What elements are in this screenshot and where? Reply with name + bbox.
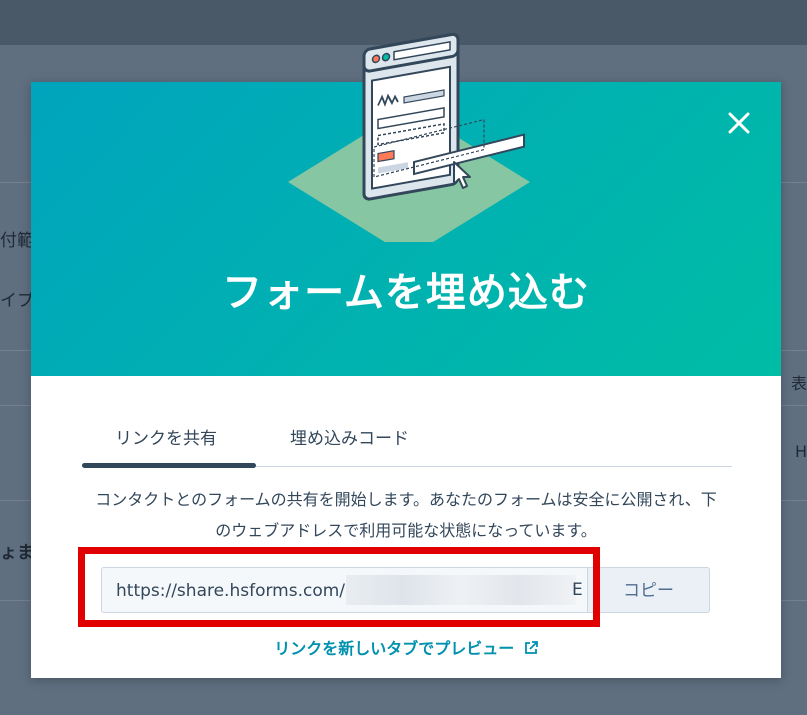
modal-tabs: リンクを共有 埋め込みコード xyxy=(82,414,732,468)
copy-button[interactable]: コピー xyxy=(588,567,710,613)
background-label: ょま xyxy=(0,543,34,563)
preview-link[interactable]: リンクを新しいタブでプレビュー xyxy=(31,635,781,659)
share-description: コンタクトとのフォームの共有を開始します。あなたのフォームは安全に公開され、下の… xyxy=(95,490,717,540)
background-label: 表 xyxy=(790,374,807,393)
embed-form-modal: フォームを埋め込む リンクを共有 埋め込みコード コンタクトとのフォームの共有を… xyxy=(31,32,781,678)
external-link-icon xyxy=(524,640,538,659)
close-icon[interactable] xyxy=(725,109,753,137)
background-label: イプ xyxy=(0,291,34,311)
redacted-url-segment xyxy=(346,575,576,605)
background-label: H xyxy=(794,442,807,461)
tab-share-link[interactable]: リンクを共有 xyxy=(115,424,217,449)
share-url-text: https://share.hsforms.com/1M xyxy=(116,581,371,601)
form-illustration xyxy=(288,32,530,242)
tab-embed-code[interactable]: 埋め込みコード xyxy=(290,424,409,449)
share-url-tail: E xyxy=(572,580,583,600)
background-label: 付範 xyxy=(0,231,34,251)
share-url-row: https://share.hsforms.com/1M E コピー xyxy=(101,567,711,617)
tab-active-indicator xyxy=(82,463,256,468)
preview-link-label: リンクを新しいタブでプレビュー xyxy=(274,639,515,658)
modal-title: フォームを埋め込む xyxy=(222,270,590,316)
